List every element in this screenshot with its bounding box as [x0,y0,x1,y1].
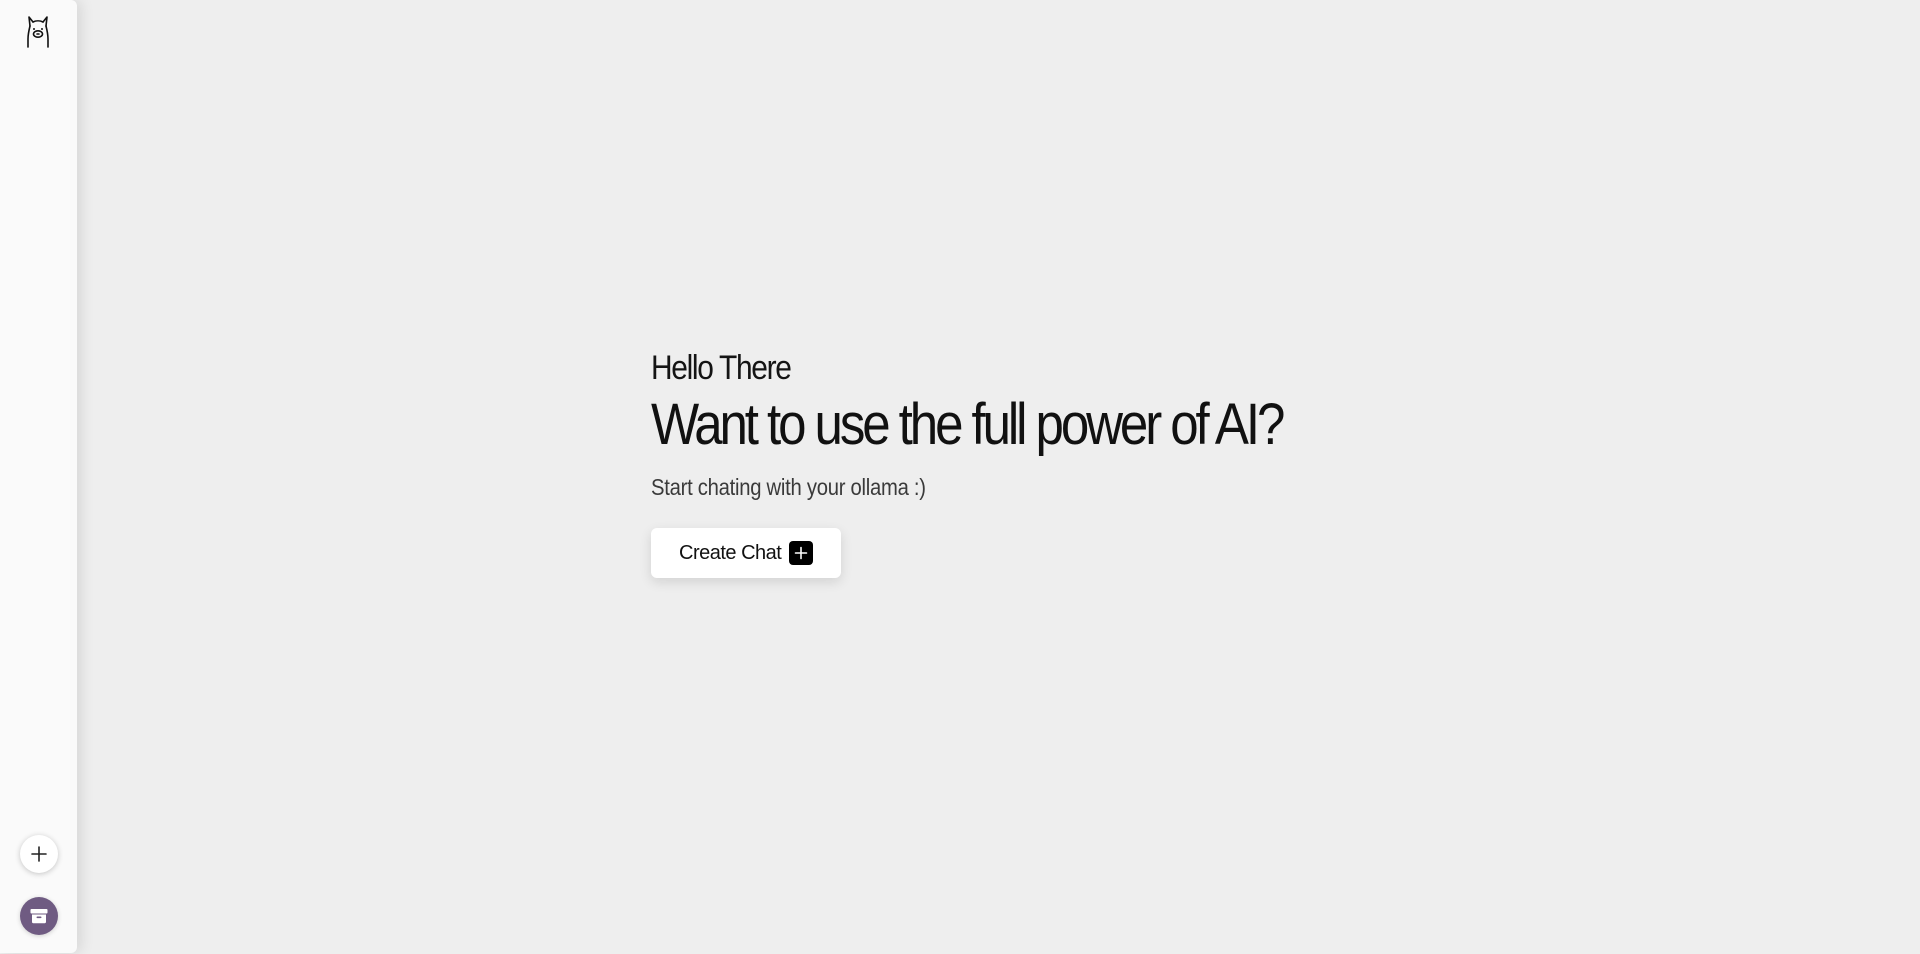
ollama-logo-icon[interactable] [22,14,54,50]
archive-box-icon [30,909,48,924]
main-content: Hello There Want to use the full power o… [77,0,1920,954]
create-chat-button[interactable]: Create Chat [651,528,842,578]
subtitle-text: Start chating with your ollama :) [651,474,926,500]
archive-button[interactable] [20,897,58,935]
sidebar [0,0,77,953]
headline-text: Want to use the full power of AI? [651,392,1285,457]
create-chat-label: Create Chat [679,541,782,564]
plus-icon [31,846,47,862]
new-chat-button[interactable] [20,835,58,873]
greeting-text: Hello There [651,349,792,387]
app-window: Hello There Want to use the full power o… [0,0,1920,954]
welcome-hero: Hello There Want to use the full power o… [651,346,1351,578]
plus-icon [789,541,814,565]
